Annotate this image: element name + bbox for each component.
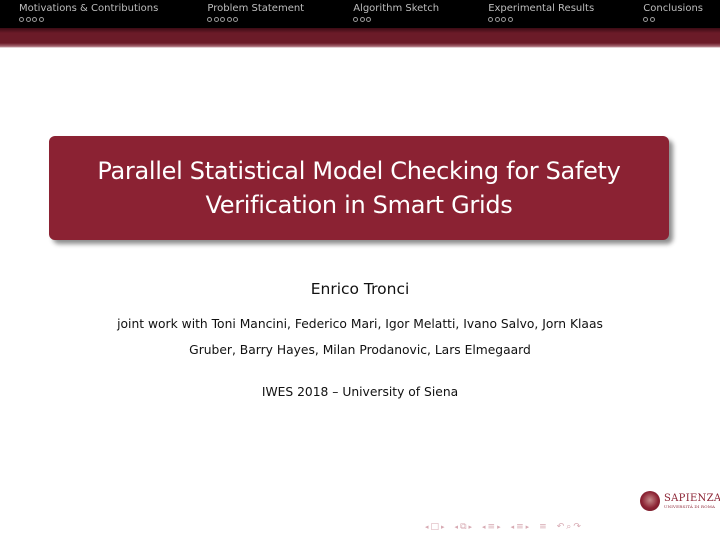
title-block: Parallel Statistical Model Checking for … [49, 136, 669, 240]
author-name: Enrico Tronci [310, 280, 410, 298]
next-subsection-icon[interactable]: ▸ [469, 523, 473, 531]
section-problem-statement[interactable]: Problem Statement [207, 0, 304, 28]
slide-dot[interactable] [643, 17, 649, 22]
title-line-1: Parallel Statistical Model Checking for … [97, 157, 621, 185]
header-band [0, 28, 720, 48]
frame-icon: □ [430, 522, 440, 532]
slide-dot[interactable] [233, 17, 239, 22]
slide-dot[interactable] [38, 17, 44, 22]
presentation-title: Parallel Statistical Model Checking for … [97, 154, 620, 222]
slide-dot[interactable] [649, 17, 655, 22]
document-navigation[interactable]: ◂ ≡ ▸ [511, 522, 530, 532]
slide-dot[interactable] [220, 17, 226, 22]
next-section-icon[interactable]: ▸ [497, 523, 501, 531]
slide-dot[interactable] [19, 17, 24, 22]
sapienza-logo: SAPIENZA UNIVERSITÀ DI ROMA [640, 491, 720, 511]
history-navigation[interactable]: ↶ ⌕ ↷ [557, 522, 581, 532]
section-label: Conclusions [643, 3, 703, 14]
slide-dot[interactable] [25, 17, 31, 22]
section-algorithm-sketch[interactable]: Algorithm Sketch [353, 0, 439, 28]
next-frame-icon[interactable]: ▸ [441, 523, 445, 531]
search-icon[interactable]: ⌕ [566, 522, 571, 532]
section-navigation-bar: Motivations & Contributions Problem Stat… [0, 0, 720, 28]
section-label: Motivations & Contributions [19, 3, 159, 14]
coauthors-line-1: joint work with Toni Mancini, Federico M… [117, 317, 603, 331]
slide-dot[interactable] [494, 17, 500, 22]
section-conclusions[interactable]: Conclusions [643, 0, 703, 28]
back-icon[interactable]: ↶ [557, 522, 565, 532]
slide-dot[interactable] [226, 17, 232, 22]
slide-dots [19, 17, 158, 22]
previous-part-icon[interactable]: ◂ [511, 523, 515, 531]
slide-dots [643, 17, 703, 22]
coauthors: joint work with Toni Mancini, Federico M… [0, 311, 720, 363]
slide-dot[interactable] [353, 17, 359, 22]
logo-name: SAPIENZA [664, 492, 720, 504]
slide-dot[interactable] [488, 17, 494, 22]
subsection-icon: ⧉ [460, 522, 467, 532]
section-label: Algorithm Sketch [353, 3, 440, 14]
slide-dot[interactable] [507, 17, 513, 22]
slide-dots [488, 17, 594, 22]
event-info: IWES 2018 – University of Siena [261, 385, 459, 399]
table-of-contents-icon[interactable]: ≡ [539, 522, 547, 532]
slide-dot[interactable] [207, 17, 213, 22]
section-experimental-results[interactable]: Experimental Results [488, 0, 594, 28]
subsection-navigation[interactable]: ◂ ⧉ ▸ [455, 522, 472, 532]
next-part-icon[interactable]: ▸ [526, 523, 530, 531]
slide-dots [353, 17, 439, 22]
slide-dot[interactable] [366, 17, 372, 22]
section-motivations[interactable]: Motivations & Contributions [19, 0, 158, 28]
frame-navigation[interactable]: ◂ □ ▸ [425, 522, 445, 532]
section-icon: ≡ [487, 522, 496, 532]
slide-dot[interactable] [359, 17, 365, 22]
previous-subsection-icon[interactable]: ◂ [455, 523, 459, 531]
logo-text: SAPIENZA UNIVERSITÀ DI ROMA [664, 493, 720, 510]
part-icon: ≡ [516, 522, 524, 532]
slide-dot[interactable] [213, 17, 219, 22]
section-label: Problem Statement [207, 3, 305, 14]
section-navigation[interactable]: ◂ ≡ ▸ [482, 522, 501, 532]
title-line-2: Verification in Smart Grids [205, 191, 513, 219]
forward-icon[interactable]: ↷ [573, 522, 581, 532]
previous-section-icon[interactable]: ◂ [482, 523, 486, 531]
toc-navigation[interactable]: ≡ [539, 522, 547, 532]
university-seal-icon [640, 491, 660, 511]
previous-frame-icon[interactable]: ◂ [425, 523, 429, 531]
beamer-navigation-symbols: ◂ □ ▸ ◂ ⧉ ▸ ◂ ≡ ▸ ◂ ≡ ▸ ≡ ↶ ⌕ ↷ [425, 522, 581, 532]
section-label: Experimental Results [488, 3, 595, 14]
logo-subtitle: UNIVERSITÀ DI ROMA [664, 503, 716, 509]
coauthors-line-2: Gruber, Barry Hayes, Milan Prodanovic, L… [189, 343, 531, 357]
slide-dots [207, 17, 304, 22]
slide-dot[interactable] [32, 17, 37, 22]
slide-dot[interactable] [501, 17, 507, 22]
